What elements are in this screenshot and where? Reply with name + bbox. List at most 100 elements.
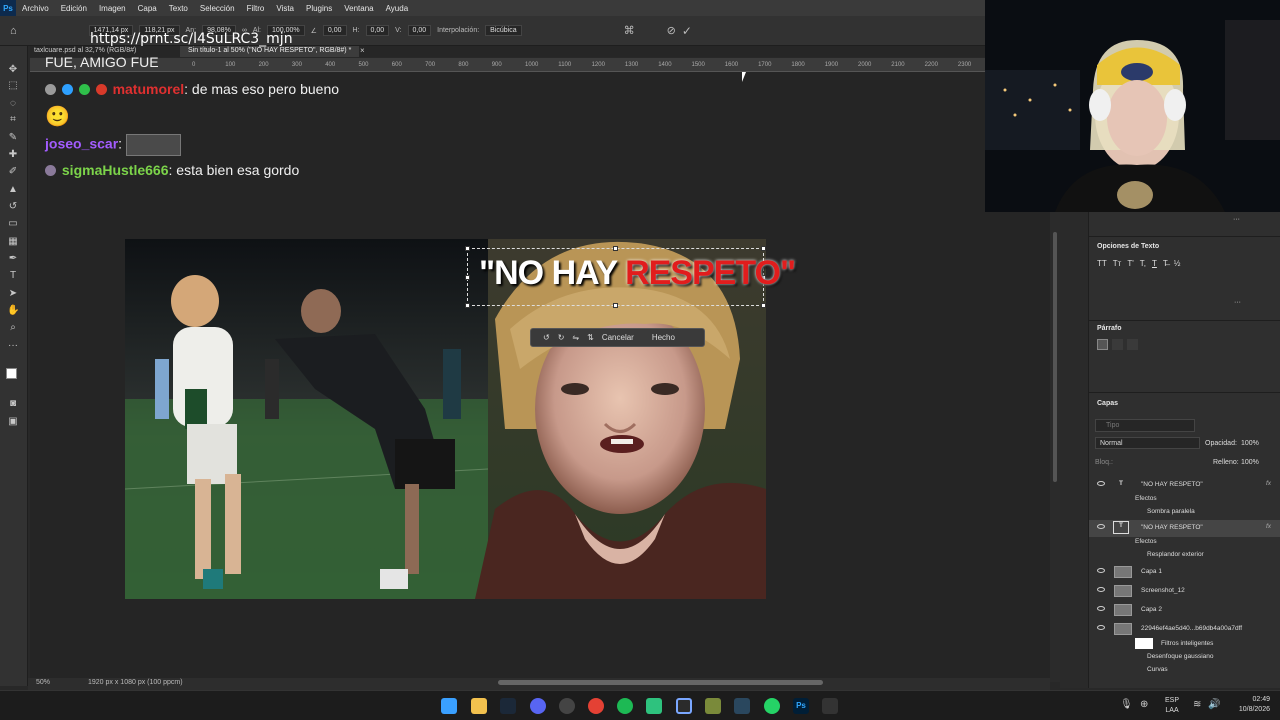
menu-item[interactable]: Imagen [93, 4, 132, 13]
superscript-icon[interactable]: T' [1127, 259, 1133, 268]
zoom-tool-icon[interactable]: ⌕ [7, 322, 19, 334]
stamp-tool-icon[interactable]: ▲ [7, 184, 19, 196]
mic-icon[interactable]: 🎙 [1120, 699, 1133, 710]
transform-handle[interactable] [613, 303, 618, 308]
transform-handle[interactable] [761, 303, 766, 308]
layers-title[interactable]: Capas [1097, 400, 1118, 407]
tab-document-2[interactable]: Sin título-1 al 50% ("NO HAY RESPETO", R… [180, 46, 360, 57]
path-select-tool-icon[interactable]: ➤ [7, 288, 19, 300]
visibility-eye-icon[interactable] [1097, 587, 1105, 592]
effect-row[interactable]: Sombra paralela [1089, 504, 1280, 521]
scroll-thumb[interactable] [498, 680, 823, 685]
pen-tool-icon[interactable]: ✒ [7, 253, 19, 265]
v-skew-field[interactable]: 0,00 [407, 25, 432, 36]
blend-mode-select[interactable]: Normal [1095, 437, 1200, 449]
all-caps-icon[interactable]: TT [1097, 259, 1107, 268]
screen-mode-icon[interactable]: ▣ [7, 416, 19, 428]
effect-row[interactable]: Resplandor exterior [1089, 547, 1280, 564]
close-tab-icon[interactable]: × [360, 46, 365, 55]
visibility-eye-icon[interactable] [1097, 568, 1105, 573]
fraction-icon[interactable]: ½ [1174, 259, 1181, 268]
underline-icon[interactable]: T [1152, 259, 1157, 268]
subscript-icon[interactable]: T, [1140, 259, 1146, 268]
volume-icon[interactable]: 🔊 [1208, 699, 1220, 710]
small-caps-icon[interactable]: Tт [1113, 259, 1122, 268]
crop-tool-icon[interactable]: ⌗ [7, 114, 19, 126]
more-options-icon[interactable]: ··· [1233, 216, 1240, 223]
visibility-eye-icon[interactable] [1097, 606, 1105, 611]
strikethrough-icon[interactable]: T̶ [1163, 259, 1168, 268]
h-skew-field[interactable]: 0,00 [365, 25, 390, 36]
ccleaner-icon[interactable] [676, 698, 692, 714]
menu-item[interactable]: Filtro [241, 4, 271, 13]
tab-document-1[interactable]: taxlcuare.psd al 32,7% (RGB/8#) [34, 47, 136, 54]
lasso-tool-icon[interactable]: ◌ [7, 98, 19, 110]
opacity-value[interactable]: 100% [1241, 440, 1259, 447]
transform-handle[interactable] [761, 246, 766, 251]
language-indicator[interactable]: ESP LAA [1165, 696, 1179, 716]
menu-item[interactable]: Archivo [16, 4, 55, 13]
type-tool-icon[interactable]: T [7, 270, 19, 282]
horizontal-scrollbar[interactable] [28, 678, 1050, 690]
healing-tool-icon[interactable]: ✚ [7, 149, 19, 161]
align-right-icon[interactable] [1127, 339, 1138, 350]
more-options-icon[interactable]: ··· [1234, 299, 1241, 306]
app-icon[interactable] [646, 698, 662, 714]
visibility-eye-icon[interactable] [1097, 524, 1105, 529]
menu-item[interactable]: Vista [270, 4, 300, 13]
align-left-icon[interactable] [1097, 339, 1108, 350]
rotate-right-icon[interactable]: ↻ [558, 333, 565, 342]
steam-icon[interactable] [734, 698, 750, 714]
photoshop-taskbar-icon[interactable]: Ps [793, 698, 809, 714]
file-explorer-icon[interactable] [471, 698, 487, 714]
flip-vertical-icon[interactable]: ⇅ [587, 333, 594, 342]
transform-handle[interactable] [465, 246, 470, 251]
cancel-transform-icon[interactable]: ⊘ [667, 24, 676, 37]
layer-search-input[interactable]: Tipo [1095, 419, 1195, 432]
menu-item[interactable]: Texto [163, 4, 194, 13]
menu-item[interactable]: Ayuda [380, 4, 415, 13]
app-icon[interactable] [705, 698, 721, 714]
vertical-scrollbar[interactable] [1050, 212, 1060, 682]
home-icon[interactable]: ⌂ [10, 25, 17, 37]
fill-value[interactable]: 100% [1241, 459, 1259, 466]
visibility-eye-icon[interactable] [1097, 481, 1105, 486]
menu-item[interactable]: Plugins [300, 4, 338, 13]
app-icon[interactable] [559, 698, 575, 714]
fx-icon[interactable]: fx [1266, 480, 1271, 487]
menu-item[interactable]: Edición [55, 4, 93, 13]
transform-handle[interactable] [465, 303, 470, 308]
marquee-tool-icon[interactable]: ⬚ [7, 80, 19, 92]
app-icon[interactable] [822, 698, 838, 714]
layer-row[interactable]: Capa 1 [1089, 564, 1280, 581]
paragraph-title[interactable]: Párrafo [1097, 325, 1122, 332]
flip-icon[interactable]: ⇋ [572, 333, 579, 342]
chrome-icon[interactable] [588, 698, 604, 714]
brush-tool-icon[interactable]: ✐ [7, 166, 19, 178]
commit-transform-icon[interactable]: ✓ [682, 24, 692, 38]
network-icon[interactable]: ⊕ [1140, 699, 1148, 710]
rotate-left-icon[interactable]: ↺ [543, 333, 550, 342]
spotify-icon[interactable] [617, 698, 633, 714]
menu-item[interactable]: Capa [132, 4, 163, 13]
whatsapp-icon[interactable] [764, 698, 780, 714]
eraser-tool-icon[interactable]: ▭ [7, 218, 19, 230]
align-center-icon[interactable] [1112, 339, 1123, 350]
visibility-eye-icon[interactable] [1097, 625, 1105, 630]
menu-item[interactable]: Selección [194, 4, 241, 13]
scroll-thumb[interactable] [1053, 232, 1057, 482]
history-brush-icon[interactable]: ↺ [7, 201, 19, 213]
angle-field[interactable]: 0,00 [322, 25, 347, 36]
layer-row[interactable]: Screenshot_12 [1089, 583, 1280, 600]
hand-tool-icon[interactable]: ✋ [7, 305, 19, 317]
steam-icon[interactable] [500, 698, 516, 714]
eyedropper-tool-icon[interactable]: ✎ [7, 132, 19, 144]
quick-mask-icon[interactable]: ◙ [7, 398, 19, 410]
move-tool-icon[interactable]: ✥ [7, 64, 19, 76]
start-icon[interactable] [441, 698, 457, 714]
gradient-tool-icon[interactable]: ▦ [7, 236, 19, 248]
clock[interactable]: 02:49 10/8/2026 [1239, 695, 1270, 715]
fx-icon[interactable]: fx [1266, 523, 1271, 530]
filter-row[interactable]: Curvas [1089, 662, 1280, 679]
menu-item[interactable]: Ventana [338, 4, 379, 13]
